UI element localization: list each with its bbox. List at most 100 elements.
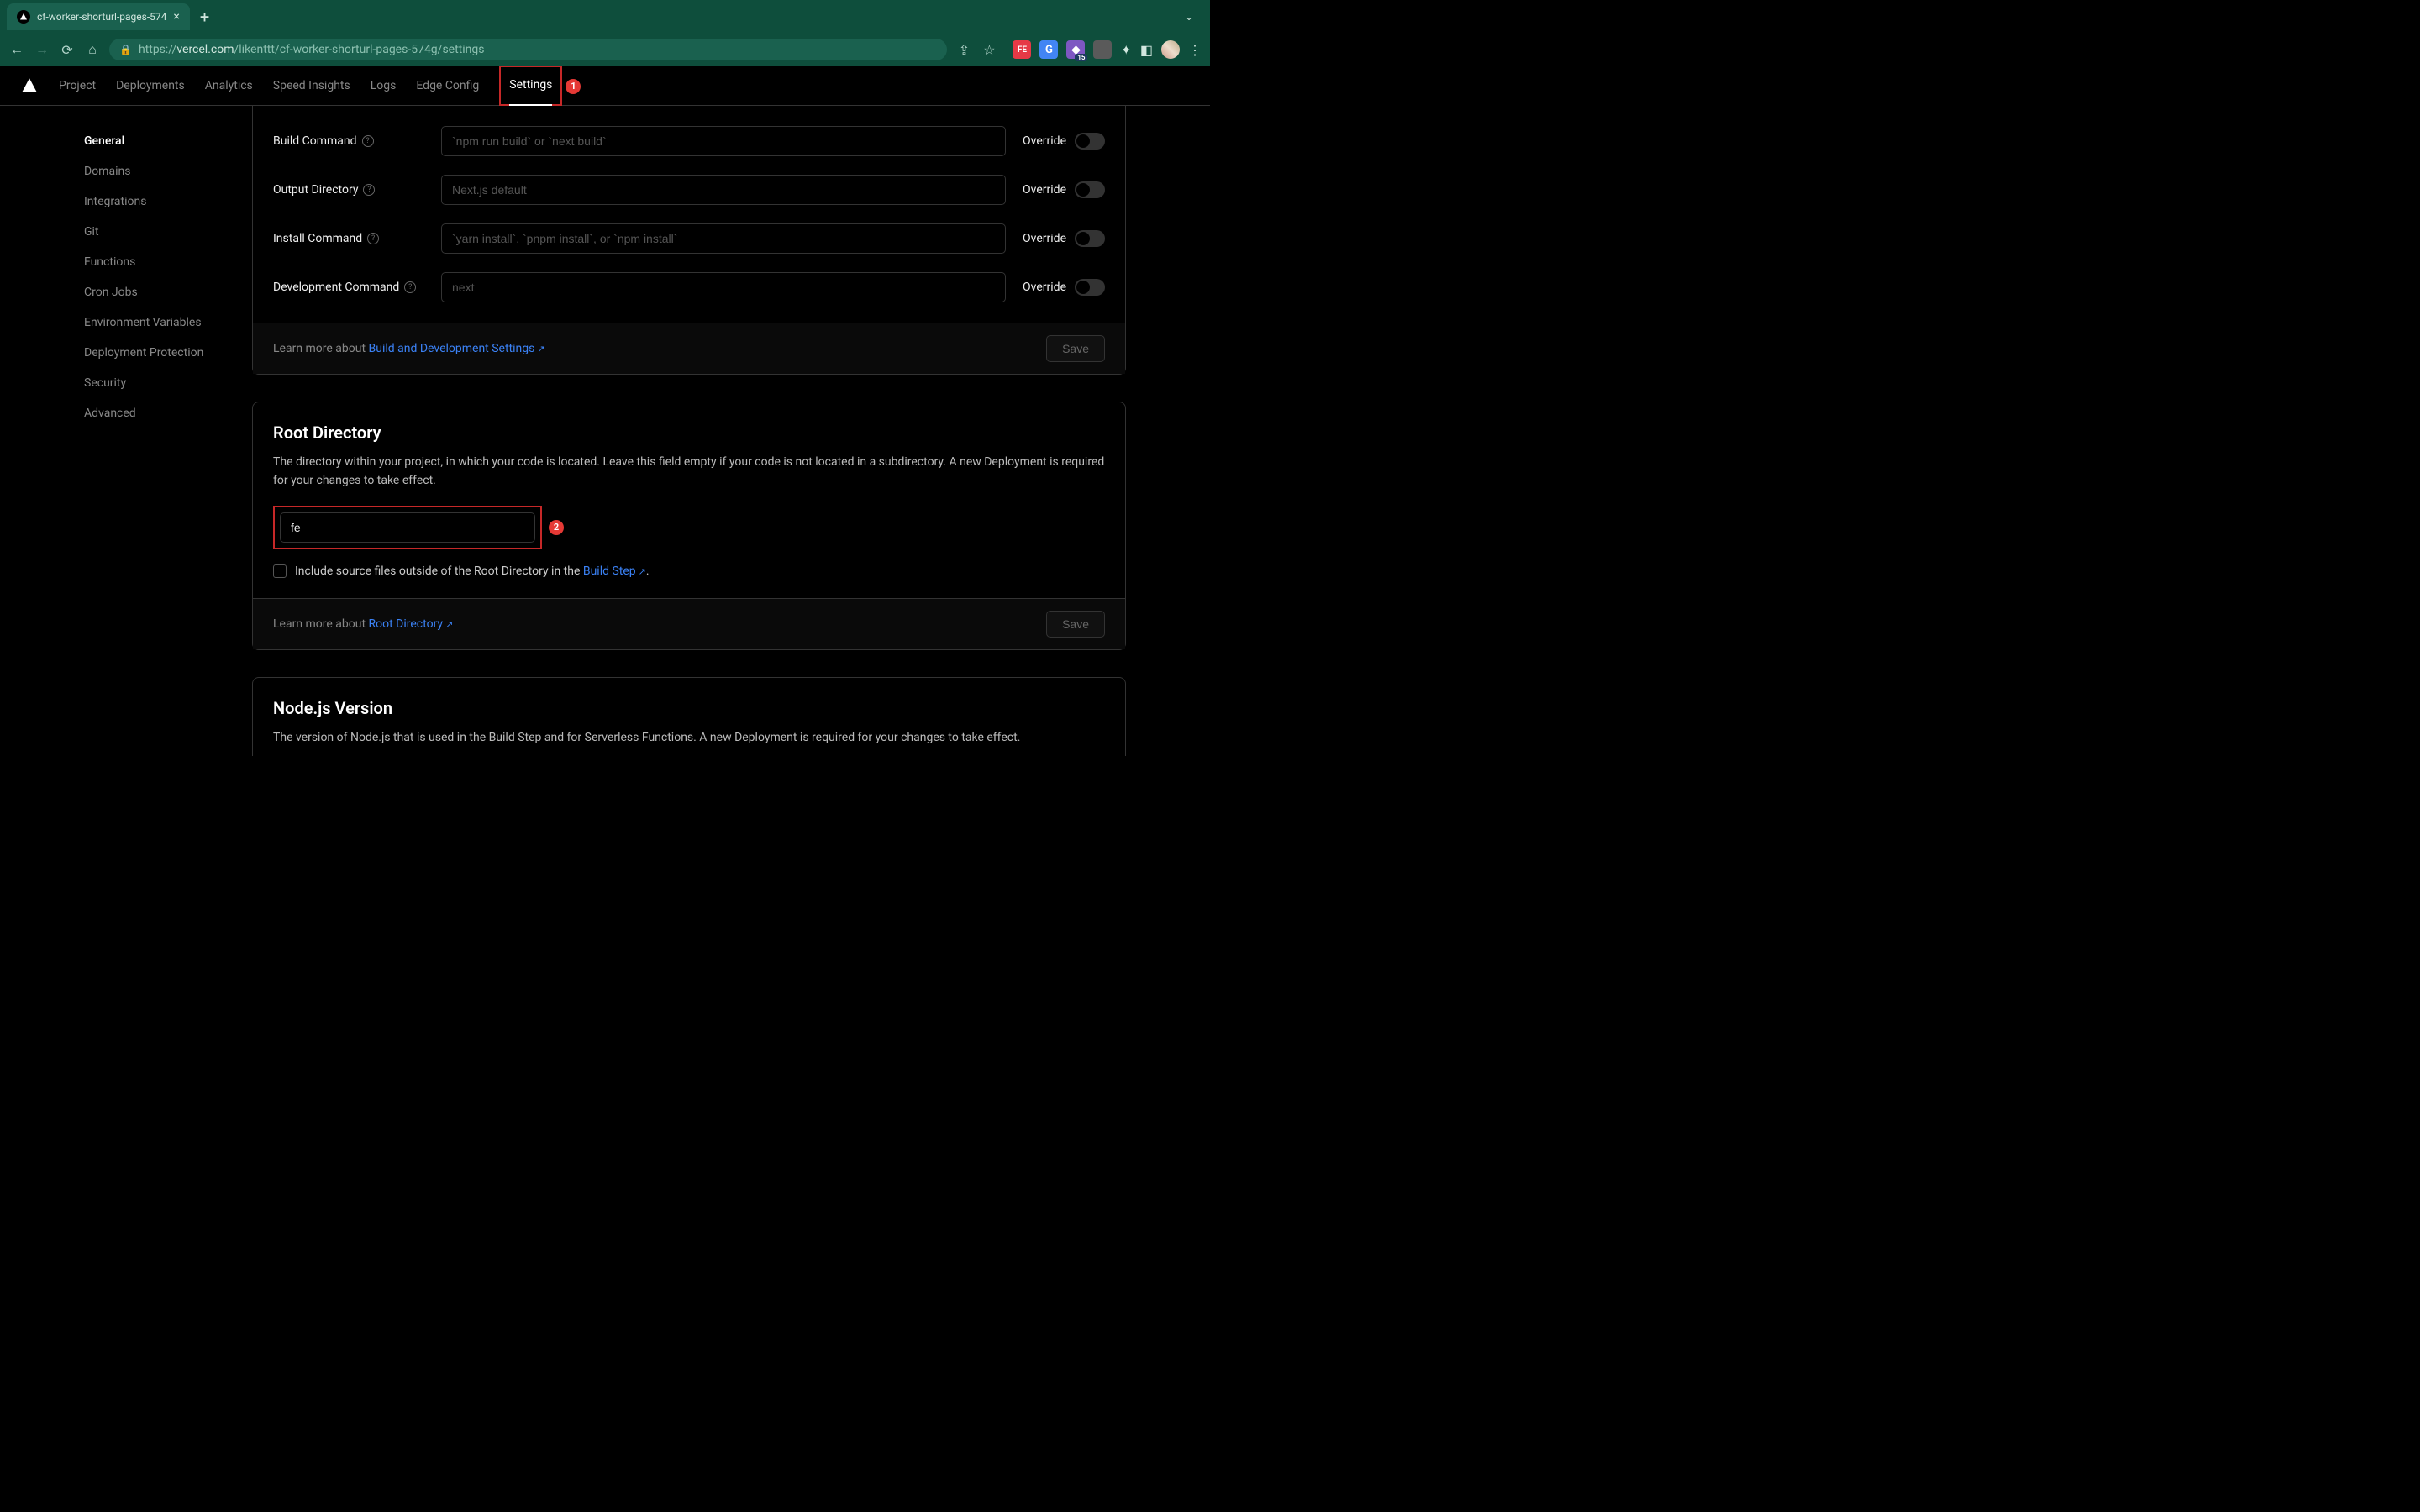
toggle-install-command[interactable] (1075, 230, 1105, 247)
back-button[interactable]: ← (8, 41, 25, 58)
sidebar-item-functions[interactable]: Functions (84, 247, 232, 277)
tab-bar: cf-worker-shorturl-pages-574 × + ⌄ (0, 0, 1210, 34)
help-icon[interactable]: ? (367, 233, 379, 244)
external-link-icon: ↗ (537, 344, 544, 354)
tabs-overflow-icon[interactable]: ⌄ (1185, 11, 1193, 23)
extension-icons: FE G ◆15 ✦ ◧ ⋮ (1013, 40, 1202, 59)
root-dir-desc: The directory within your project, in wh… (273, 453, 1105, 491)
sidebar-item-domains[interactable]: Domains (84, 156, 232, 186)
top-nav: Project Deployments Analytics Speed Insi… (0, 66, 1210, 106)
nav-speed-insights[interactable]: Speed Insights (273, 66, 350, 106)
label-dev-command: Development Command ? (273, 281, 424, 294)
help-icon[interactable]: ? (362, 135, 374, 147)
bookmark-icon[interactable]: ☆ (981, 42, 997, 58)
override-build-command: Override (1023, 133, 1105, 150)
build-card-footer: Learn more about Build and Development S… (253, 323, 1125, 374)
annotation-highlight-1: Settings 1 (499, 66, 562, 106)
save-build-button[interactable]: Save (1046, 335, 1105, 362)
help-icon[interactable]: ? (363, 184, 375, 196)
extension-purple-icon[interactable]: ◆15 (1066, 40, 1085, 59)
row-include-outside: Include source files outside of the Root… (273, 564, 1105, 578)
override-dev-command: Override (1023, 279, 1105, 296)
settings-sidebar: General Domains Integrations Git Functio… (0, 106, 252, 756)
label-build-command: Build Command ? (273, 134, 424, 148)
profile-avatar[interactable] (1161, 40, 1180, 59)
vercel-logo-icon[interactable] (20, 76, 39, 95)
url-text: https://vercel.com/likenttt/cf-worker-sh… (139, 43, 485, 56)
close-tab-icon[interactable]: × (173, 10, 179, 24)
node-title: Node.js Version (273, 698, 1105, 718)
row-dev-command: Development Command ? Override (273, 272, 1105, 302)
lock-icon: 🔒 (119, 44, 132, 55)
checkbox-include-outside[interactable] (273, 564, 287, 578)
extension-translate-icon[interactable]: G (1039, 40, 1058, 59)
nav-project[interactable]: Project (59, 66, 96, 106)
save-root-button[interactable]: Save (1046, 611, 1105, 638)
link-build-step[interactable]: Build Step↗ (583, 564, 646, 578)
annotation-highlight-2: 2 (273, 506, 542, 549)
nav-logs[interactable]: Logs (371, 66, 397, 106)
row-install-command: Install Command ? Override (273, 223, 1105, 254)
sidebar-item-deployment-protection[interactable]: Deployment Protection (84, 338, 232, 368)
extensions-puzzle-icon[interactable]: ✦ (1120, 42, 1131, 58)
build-footer-text: Learn more about Build and Development S… (273, 342, 545, 355)
nav-settings[interactable]: Settings (509, 66, 552, 106)
reload-button[interactable]: ⟳ (59, 42, 76, 58)
extension-gray-icon[interactable] (1093, 40, 1112, 59)
new-tab-button[interactable]: + (200, 7, 209, 27)
page-body: General Domains Integrations Git Functio… (0, 106, 1210, 756)
menu-kebab-icon[interactable]: ⋮ (1188, 42, 1202, 58)
toggle-dev-command[interactable] (1075, 279, 1105, 296)
sidebar-item-git[interactable]: Git (84, 217, 232, 247)
row-build-command: Build Command ? Override (273, 126, 1105, 156)
sidebar-item-general[interactable]: General (84, 126, 232, 156)
root-card-footer: Learn more about Root Directory↗ Save (253, 598, 1125, 649)
main-content: Build Command ? Override Output Director… (252, 106, 1210, 756)
url-input[interactable]: 🔒 https://vercel.com/likenttt/cf-worker-… (109, 39, 947, 60)
build-settings-card: Build Command ? Override Output Director… (252, 106, 1126, 375)
nav-edge-config[interactable]: Edge Config (416, 66, 479, 106)
root-footer-text: Learn more about Root Directory↗ (273, 617, 453, 631)
share-icon[interactable]: ⇪ (955, 42, 972, 58)
sidebar-item-advanced[interactable]: Advanced (84, 398, 232, 428)
external-link-icon: ↗ (445, 619, 453, 630)
row-output-directory: Output Directory ? Override (273, 175, 1105, 205)
link-build-dev-settings[interactable]: Build and Development Settings↗ (369, 342, 545, 355)
nodejs-version-card: Node.js Version The version of Node.js t… (252, 677, 1126, 756)
node-desc: The version of Node.js that is used in t… (273, 728, 1105, 747)
help-icon[interactable]: ? (404, 281, 416, 293)
favicon-vercel-icon (17, 10, 30, 24)
browser-tab[interactable]: cf-worker-shorturl-pages-574 × (7, 3, 190, 30)
sidebar-item-security[interactable]: Security (84, 368, 232, 398)
label-install-command: Install Command ? (273, 232, 424, 245)
input-output-directory[interactable] (441, 175, 1006, 205)
browser-chrome: cf-worker-shorturl-pages-574 × + ⌄ ← → ⟳… (0, 0, 1210, 66)
link-root-directory[interactable]: Root Directory↗ (369, 617, 454, 631)
nav-analytics[interactable]: Analytics (205, 66, 253, 106)
override-output-directory: Override (1023, 181, 1105, 198)
input-dev-command[interactable] (441, 272, 1006, 302)
toggle-output-directory[interactable] (1075, 181, 1105, 198)
input-install-command[interactable] (441, 223, 1006, 254)
tab-title: cf-worker-shorturl-pages-574 (37, 11, 166, 23)
address-bar: ← → ⟳ ⌂ 🔒 https://vercel.com/likenttt/cf… (0, 34, 1210, 66)
extension-fe-icon[interactable]: FE (1013, 40, 1031, 59)
override-install-command: Override (1023, 230, 1105, 247)
annotation-badge-2: 2 (549, 520, 564, 535)
input-build-command[interactable] (441, 126, 1006, 156)
nav-deployments[interactable]: Deployments (116, 66, 185, 106)
forward-button[interactable]: → (34, 41, 50, 58)
external-link-icon: ↗ (639, 566, 646, 577)
home-button[interactable]: ⌂ (84, 41, 101, 58)
input-root-directory[interactable] (280, 512, 535, 543)
checkbox-label: Include source files outside of the Root… (295, 564, 650, 578)
root-directory-card: Root Directory The directory within your… (252, 402, 1126, 650)
sidebar-item-integrations[interactable]: Integrations (84, 186, 232, 217)
sidebar-item-cron-jobs[interactable]: Cron Jobs (84, 277, 232, 307)
root-dir-title: Root Directory (273, 423, 1105, 443)
toggle-build-command[interactable] (1075, 133, 1105, 150)
sidepanel-icon[interactable]: ◧ (1140, 42, 1153, 58)
sidebar-item-env-vars[interactable]: Environment Variables (84, 307, 232, 338)
annotation-badge-1: 1 (566, 79, 581, 94)
label-output-directory: Output Directory ? (273, 183, 424, 197)
